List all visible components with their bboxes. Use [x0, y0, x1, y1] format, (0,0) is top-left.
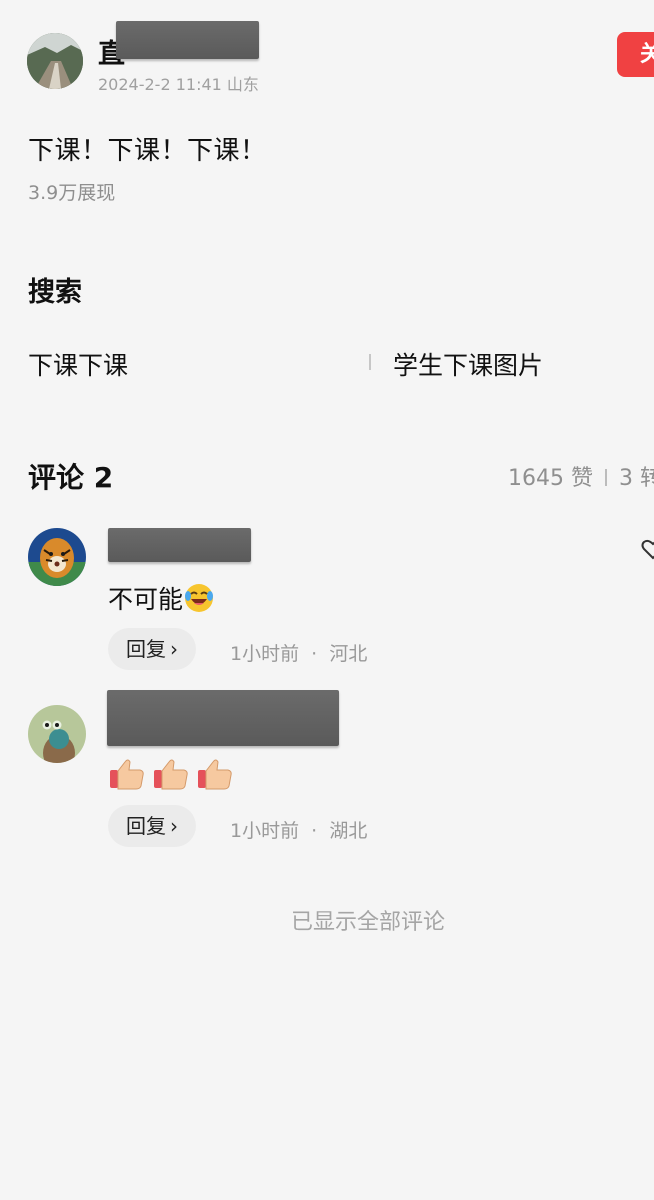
commenter-avatar[interactable]: [28, 528, 86, 586]
heart-icon[interactable]: [640, 536, 654, 562]
likes-count[interactable]: 1645 赞: [508, 466, 593, 491]
search-section-title: 搜索: [28, 277, 82, 308]
redacted-commenter-name: [107, 690, 339, 746]
comment-meta: 1小时前 · 湖北: [230, 816, 367, 843]
comment-text: [108, 756, 236, 798]
chevron-right-icon: ›: [170, 814, 178, 838]
redacted-author-name: [116, 21, 259, 59]
post-location: 山东: [226, 75, 259, 94]
search-suggestion[interactable]: 学生下课图片: [393, 346, 543, 382]
follow-button-label: 关: [640, 42, 654, 67]
meta-dot: ·: [305, 820, 324, 842]
reply-button-label: 回复: [126, 814, 166, 838]
search-divider: [369, 354, 371, 370]
chevron-right-icon: ›: [170, 637, 178, 661]
comment-location: 河北: [329, 643, 368, 665]
search-suggestion[interactable]: 下课下课: [28, 346, 128, 382]
comment-text-content: 不可能: [108, 585, 184, 614]
commenter-avatar[interactable]: [28, 705, 86, 763]
follow-button[interactable]: 关: [617, 32, 654, 77]
post-views: 3.9万展现: [28, 182, 116, 204]
post-meta: 2024-2-2 11:41 山东: [98, 71, 259, 95]
reply-button[interactable]: 回复 ›: [108, 628, 196, 670]
redacted-commenter-name: [108, 528, 251, 562]
reply-button-label: 回复: [126, 637, 166, 661]
post-body: 下课！下课！下课！: [28, 136, 267, 166]
comment-time: 1小时前: [230, 820, 300, 842]
laughing-crying-emoji-icon: [183, 582, 215, 620]
thumbs-up-emoji-icon: [108, 756, 236, 798]
author-avatar[interactable]: [27, 33, 83, 89]
reply-button[interactable]: 回复 ›: [108, 805, 196, 847]
comment-location: 湖北: [329, 820, 368, 842]
all-comments-shown-note: 已显示全部评论: [290, 910, 445, 935]
comment-time: 1小时前: [230, 643, 300, 665]
comment-text: 不可能: [108, 580, 215, 620]
meta-dot: ·: [305, 643, 324, 665]
shares-count[interactable]: 3 转: [619, 466, 654, 491]
post-date: 2024-2-2 11:41: [98, 75, 222, 94]
comments-stats: 1645 赞 3 转: [508, 460, 654, 492]
comment-meta: 1小时前 · 河北: [230, 639, 367, 666]
comments-title: 评论 2: [28, 461, 114, 494]
stats-divider: [604, 469, 607, 486]
